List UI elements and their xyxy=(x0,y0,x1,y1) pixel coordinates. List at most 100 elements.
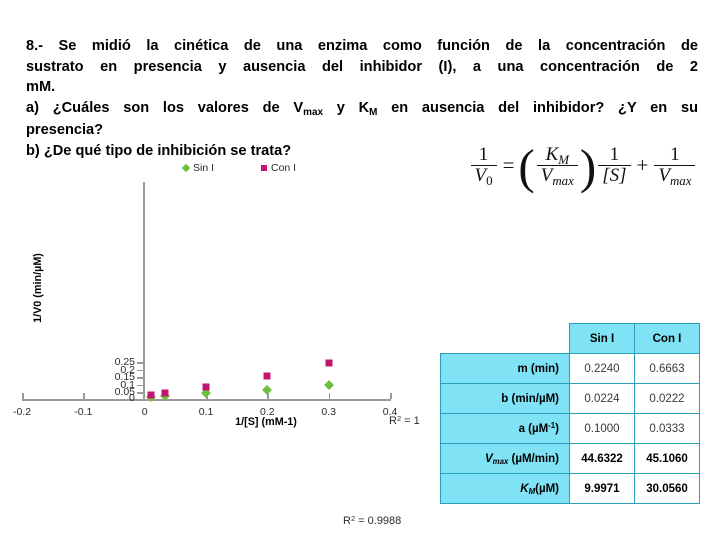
data-point-con-i xyxy=(202,383,210,391)
row-label-subscript: M xyxy=(528,487,536,496)
square-marker-icon xyxy=(261,165,267,171)
r2-base: R xyxy=(389,415,397,427)
x-tick-mark xyxy=(390,393,392,399)
cell-con-i: 0.6663 xyxy=(634,353,700,384)
vmax-subscript: max xyxy=(303,106,323,118)
y-tick-mark xyxy=(137,362,143,364)
y-tick-mark xyxy=(137,384,143,387)
formula-vmax-denominator: Vmax xyxy=(654,164,696,187)
results-table-head: Sin I Con I xyxy=(440,323,700,354)
cell-sin-i: 0.1000 xyxy=(569,413,635,444)
x-tick-mark xyxy=(22,393,24,399)
cell-con-i: 45.1060 xyxy=(634,443,700,474)
results-table: Sin I Con I m (min) 0.2240 0.6663 b (min/µM… xyxy=(440,323,700,504)
x-axis-line xyxy=(22,399,391,401)
data-point-sin-i xyxy=(262,384,273,395)
km-subscript: M xyxy=(369,106,378,118)
x-tick-label: -0.2 xyxy=(12,406,32,418)
x-tick-label: 0 xyxy=(141,406,148,418)
column-header-con-i: Con I xyxy=(634,323,700,354)
slide-root: 8.- Se midió la cinética de una enzima c… xyxy=(0,0,720,540)
table-header-row: Sin I Con I xyxy=(440,323,700,354)
x-tick-label: 0.1 xyxy=(198,406,214,418)
legend-label: Sin I xyxy=(193,162,215,174)
lineweaver-burk-scatter-chart: Sin I Con I 1/V0 (min/µM) 1/[S] (mM-1) 0 … xyxy=(0,160,440,527)
formula-paren-open: ( xyxy=(518,139,535,195)
y-tick-mark xyxy=(137,377,143,379)
x-tick-mark xyxy=(328,393,331,399)
row-label-subscript: max xyxy=(492,457,509,466)
formula-vmax-numerator: 1 xyxy=(670,143,680,165)
legend-item-sin-i[interactable]: Sin I xyxy=(181,162,215,174)
cell-con-i: 0.0333 xyxy=(634,413,700,444)
data-point-con-i xyxy=(263,372,271,380)
y-tick-mark xyxy=(137,392,143,394)
r2-exponent: 2 xyxy=(350,513,356,523)
formula-lhs-numerator: 1 xyxy=(478,143,489,165)
row-label-symbol: V xyxy=(484,452,493,465)
formula-s-numerator: 1 xyxy=(609,143,620,165)
data-point-con-i xyxy=(147,391,155,399)
formula-paren-close: ) xyxy=(579,139,597,195)
row-label-superscript: -1 xyxy=(548,420,556,430)
table-row: KM(µM) 9.9971 30.0560 xyxy=(440,473,700,504)
row-label: Vmax (µM/min) xyxy=(440,443,570,474)
question-line-3: mM. xyxy=(26,79,56,95)
formula-km-denominator: Vmax xyxy=(536,164,578,187)
legend-item-con-i[interactable]: Con I xyxy=(261,162,296,174)
r2-exponent: 2 xyxy=(396,413,402,423)
r2-annotation-sin-i: R2 = 0.9988 xyxy=(343,513,402,527)
chart-legend: Sin I Con I xyxy=(181,162,373,178)
question-line-4-part-a: a) ¿Cuáles son los valores de V xyxy=(26,99,304,116)
y-axis-title: 1/V0 (min/µM) xyxy=(32,253,44,323)
y-tick-mark xyxy=(137,369,143,372)
row-label: KM(µM) xyxy=(440,473,570,504)
table-row: Vmax (µM/min) 44.6322 45.1060 xyxy=(440,443,700,474)
r2-value: = 0.9988 xyxy=(355,515,402,527)
table-corner-cell xyxy=(440,323,570,354)
row-label: b (min/µM) xyxy=(440,383,570,414)
table-row: b (min/µM) 0.0224 0.0222 xyxy=(440,383,700,414)
cell-sin-i: 44.6322 xyxy=(569,443,635,474)
cell-con-i: 30.0560 xyxy=(634,473,700,504)
x-tick-mark xyxy=(83,393,85,399)
r2-base: R xyxy=(343,515,351,527)
formula-km-numerator: KM xyxy=(545,143,570,167)
formula-lhs-denominator: V0 xyxy=(470,164,497,187)
formula-one-over-vmax: 1 Vmax xyxy=(654,143,696,187)
formula-one-over-s: 1 [S] xyxy=(598,143,631,186)
row-label: a (µM-1) xyxy=(440,413,570,444)
cell-sin-i: 9.9971 xyxy=(569,473,635,504)
x-tick-label: 0.2 xyxy=(260,406,275,418)
y-axis-line xyxy=(143,182,145,400)
question-line-1: 8.- Se midió la cinética de una enzima c… xyxy=(26,38,698,54)
row-label: m (min) xyxy=(440,353,570,384)
r2-value: = 1 xyxy=(401,415,420,427)
formula-equals-sign: = xyxy=(502,152,515,177)
question-line-4: a) ¿Cuáles son los valores de Vmax y KM … xyxy=(26,98,698,121)
data-point-con-i xyxy=(161,389,169,397)
column-header-sin-i: Sin I xyxy=(569,323,635,354)
formula-plus-sign: + xyxy=(636,152,649,177)
question-line-4-part-b: y K xyxy=(322,99,370,116)
data-point-con-i xyxy=(325,359,333,367)
row-label-symbol: K xyxy=(520,482,529,495)
legend-label: Con I xyxy=(271,162,297,174)
diamond-marker-icon xyxy=(181,163,191,173)
question-line-4-part-c: en ausencia del inhibidor? ¿Y en su xyxy=(377,99,698,116)
cell-con-i: 0.0222 xyxy=(634,383,700,414)
x-tick-label: -0.1 xyxy=(74,406,93,418)
x-tick-label: 0.3 xyxy=(321,406,336,418)
formula-s-denominator: [S] xyxy=(598,164,631,186)
y-tick-label: 0.25 xyxy=(114,356,135,368)
data-point-sin-i xyxy=(323,380,334,391)
cell-sin-i: 0.0224 xyxy=(569,383,635,414)
formula-one-over-v0: 1 V0 xyxy=(470,143,497,187)
table-row: m (min) 0.2240 0.6663 xyxy=(440,353,700,384)
formula-km-over-vmax: KM Vmax xyxy=(536,143,578,187)
cell-sin-i: 0.2240 xyxy=(569,353,635,384)
table-row: a (µM-1) 0.1000 0.0333 xyxy=(440,413,700,444)
question-line-2: sustrato en presencia y ausencia del inh… xyxy=(26,58,698,75)
lineweaver-burk-formula: 1 V0 = ( KM Vmax ) 1 [S] + 1 Vmax xyxy=(452,134,714,196)
results-table-body: m (min) 0.2240 0.6663 b (min/µM) 0.0224 0.022… xyxy=(440,353,700,504)
